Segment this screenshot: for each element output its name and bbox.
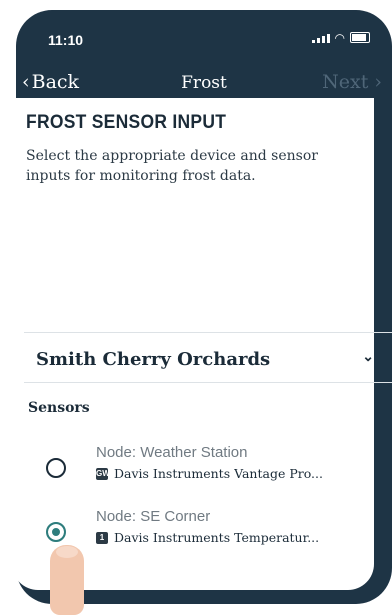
navigation-bar: ‹ Back Frost Next ›	[16, 66, 392, 100]
section-heading: FROST SENSOR INPUT	[26, 112, 227, 133]
status-bar: 11:10 ◠	[16, 10, 392, 60]
radio-button-selected[interactable]	[46, 522, 66, 542]
sensor-device: Davis Instruments Temperatur...	[114, 530, 320, 545]
sensors-label: Sensors	[28, 400, 90, 416]
sensor-device-row: 1 Davis Instruments Temperatur...	[96, 530, 319, 545]
divider-top	[24, 332, 392, 333]
sensor-title: Node: SE Corner	[96, 508, 211, 525]
sensor-option[interactable]: Node: Weather Station GW Davis Instrumen…	[40, 444, 360, 490]
node-badge-icon: 1	[96, 531, 108, 544]
orchard-selected-value: Smith Cherry Orchards	[36, 349, 271, 370]
chevron-down-icon: ⌄	[362, 348, 374, 364]
signal-icon	[311, 33, 330, 43]
status-time: 11:10	[48, 32, 84, 48]
chevron-right-icon: ›	[374, 71, 382, 93]
wifi-icon: ◠	[334, 30, 345, 45]
radio-button[interactable]	[46, 458, 66, 478]
gateway-badge-icon: GW	[96, 467, 110, 480]
orchard-select[interactable]: Smith Cherry Orchards ⌄	[24, 334, 392, 384]
next-label: Next	[322, 71, 369, 93]
sensor-device: Davis Instruments Vantage Pro...	[114, 466, 323, 481]
divider-bottom	[24, 382, 392, 383]
battery-icon	[350, 32, 370, 43]
section-description: Select the appropriate device and sensor…	[26, 148, 318, 184]
sensor-title: Node: Weather Station	[96, 444, 248, 461]
sensor-option[interactable]: Node: SE Corner 1 Davis Instruments Temp…	[40, 508, 360, 554]
sensor-device-row: GW Davis Instruments Vantage Pro...	[96, 466, 323, 481]
status-icons: ◠	[311, 30, 370, 45]
fingertip-icon	[56, 546, 78, 558]
next-button[interactable]: Next ›	[322, 71, 382, 93]
